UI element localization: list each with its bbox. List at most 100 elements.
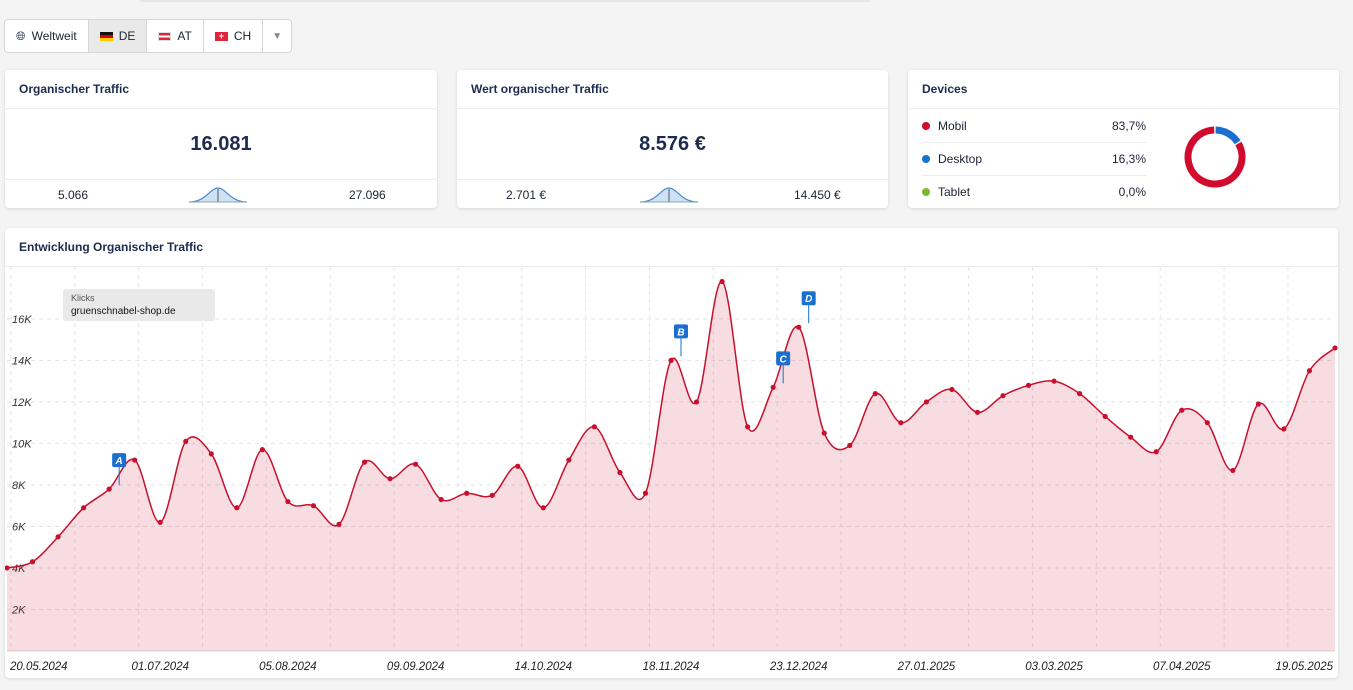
chart-tooltip: Klicks gruenschnabel-shop.de	[63, 289, 215, 321]
data-point	[617, 469, 623, 476]
data-point	[719, 278, 725, 285]
x-tick-label: 05.08.2024	[259, 661, 317, 673]
data-point	[438, 496, 444, 503]
data-point	[1077, 391, 1083, 397]
data-point	[234, 505, 240, 511]
data-point	[208, 451, 214, 457]
data-point	[413, 461, 419, 467]
traffic-worth-min: 2.701 €	[506, 188, 547, 202]
country-tab-worldwide[interactable]: 🌐︎ Weltweit	[5, 20, 89, 52]
donut-segment-desktop	[1215, 126, 1241, 145]
x-tick-label: 01.07.2024	[131, 661, 189, 673]
country-label: DE	[118, 29, 136, 43]
data-point	[540, 505, 546, 511]
data-point	[1230, 467, 1236, 474]
data-point	[259, 447, 265, 453]
country-label: CH	[233, 29, 252, 43]
germany-flag-icon	[99, 31, 113, 41]
data-point	[745, 424, 751, 430]
country-selector: 🌐︎ Weltweit DE AT + CH ▼	[4, 19, 293, 53]
traffic-area-fill	[7, 281, 1335, 651]
data-point	[387, 476, 393, 482]
y-tick-label: 10K	[12, 438, 32, 450]
y-tick-label: 16K	[12, 314, 32, 326]
data-point	[1179, 407, 1185, 413]
data-point	[1255, 401, 1261, 407]
data-point	[642, 490, 649, 496]
data-point	[310, 503, 317, 509]
event-marker-label: A	[115, 456, 123, 467]
data-point	[847, 442, 853, 449]
device-row-tablet: Tablet 0,0%	[922, 175, 1146, 208]
traffic-worth-value: 8.576 €	[457, 109, 888, 180]
country-tab-ch[interactable]: + CH	[204, 20, 264, 52]
data-point	[336, 521, 342, 527]
device-value: 83,7%	[1111, 118, 1146, 133]
data-point	[923, 399, 929, 405]
country-label: Weltweit	[31, 29, 77, 43]
tooltip-domain: gruenschnabel-shop.de	[71, 306, 176, 317]
country-tab-at[interactable]: AT	[147, 20, 204, 52]
data-point	[770, 384, 776, 390]
event-marker-label: C	[780, 354, 788, 365]
traffic-value: 16.081	[5, 109, 437, 180]
device-label: Desktop	[938, 151, 983, 166]
data-point	[515, 463, 521, 469]
caret-down-icon: ▼	[272, 30, 283, 42]
event-marker-label: B	[677, 327, 684, 338]
traffic-value-card: Wert organischer Traffic 8.576 € 2.701 €…	[457, 70, 888, 208]
devices-card: Devices Mobil 83,7% Desktop 16,3% Tablet…	[908, 70, 1339, 208]
traffic-max: 27.096	[349, 188, 386, 202]
x-tick-label: 18.11.2024	[643, 661, 700, 673]
data-point	[1306, 368, 1313, 374]
x-tick-label: 20.05.2024	[9, 661, 68, 673]
y-tick-label: 12K	[12, 397, 32, 409]
card-title: Organischer Traffic	[5, 70, 437, 109]
traffic-trend-chart: 2K4K6K8K10K12K14K16KABCD20.05.2024 01.07.…	[5, 267, 1338, 673]
austria-flag-icon	[158, 31, 172, 41]
country-tab-de[interactable]: DE	[88, 20, 148, 52]
traffic-card: Organischer Traffic 16.081 5.066 27.096	[5, 70, 437, 208]
card-title: Entwicklung Organischer Traffic	[5, 228, 1338, 267]
data-point	[1204, 420, 1210, 426]
x-tick-label: 07.04.2025	[1153, 661, 1211, 673]
top-divider	[140, 0, 870, 2]
data-point	[29, 559, 36, 565]
x-tick-label: 19.05.2025	[1275, 661, 1333, 673]
more-countries-dropdown[interactable]: ▼	[263, 20, 291, 52]
data-point	[1332, 345, 1338, 351]
data-point	[1281, 426, 1287, 432]
switzerland-flag-icon: +	[214, 31, 228, 41]
legend-dot	[922, 154, 930, 163]
x-tick-label: 09.09.2024	[387, 661, 445, 673]
data-point	[106, 486, 112, 492]
data-point	[668, 357, 674, 364]
data-point	[157, 519, 163, 525]
data-point	[1025, 382, 1032, 388]
data-point	[55, 534, 61, 540]
data-point	[693, 399, 700, 405]
device-row-desktop: Desktop 16,3%	[922, 142, 1146, 176]
data-point	[1051, 378, 1057, 384]
device-value: 0,0%	[1118, 184, 1146, 199]
x-tick-label: 23.12.2024	[769, 661, 828, 673]
data-point	[361, 459, 368, 465]
legend-dot	[922, 187, 930, 196]
data-point	[464, 490, 470, 496]
data-point	[796, 324, 802, 330]
data-point	[821, 430, 827, 436]
x-tick-label: 14.10.2024	[515, 661, 573, 673]
x-tick-label: 27.01.2025	[897, 661, 956, 673]
data-point	[1000, 393, 1006, 399]
data-point	[974, 409, 981, 415]
data-point	[949, 386, 955, 393]
y-tick-label: 8K	[12, 480, 26, 492]
distribution-curve-icon	[639, 187, 699, 203]
distribution-curve-icon	[188, 187, 248, 203]
data-point	[1128, 434, 1134, 440]
devices-donut-chart	[1184, 126, 1246, 188]
traffic-min: 5.066	[58, 188, 89, 202]
data-point	[566, 457, 572, 463]
data-point	[489, 492, 495, 498]
data-point	[81, 505, 87, 511]
